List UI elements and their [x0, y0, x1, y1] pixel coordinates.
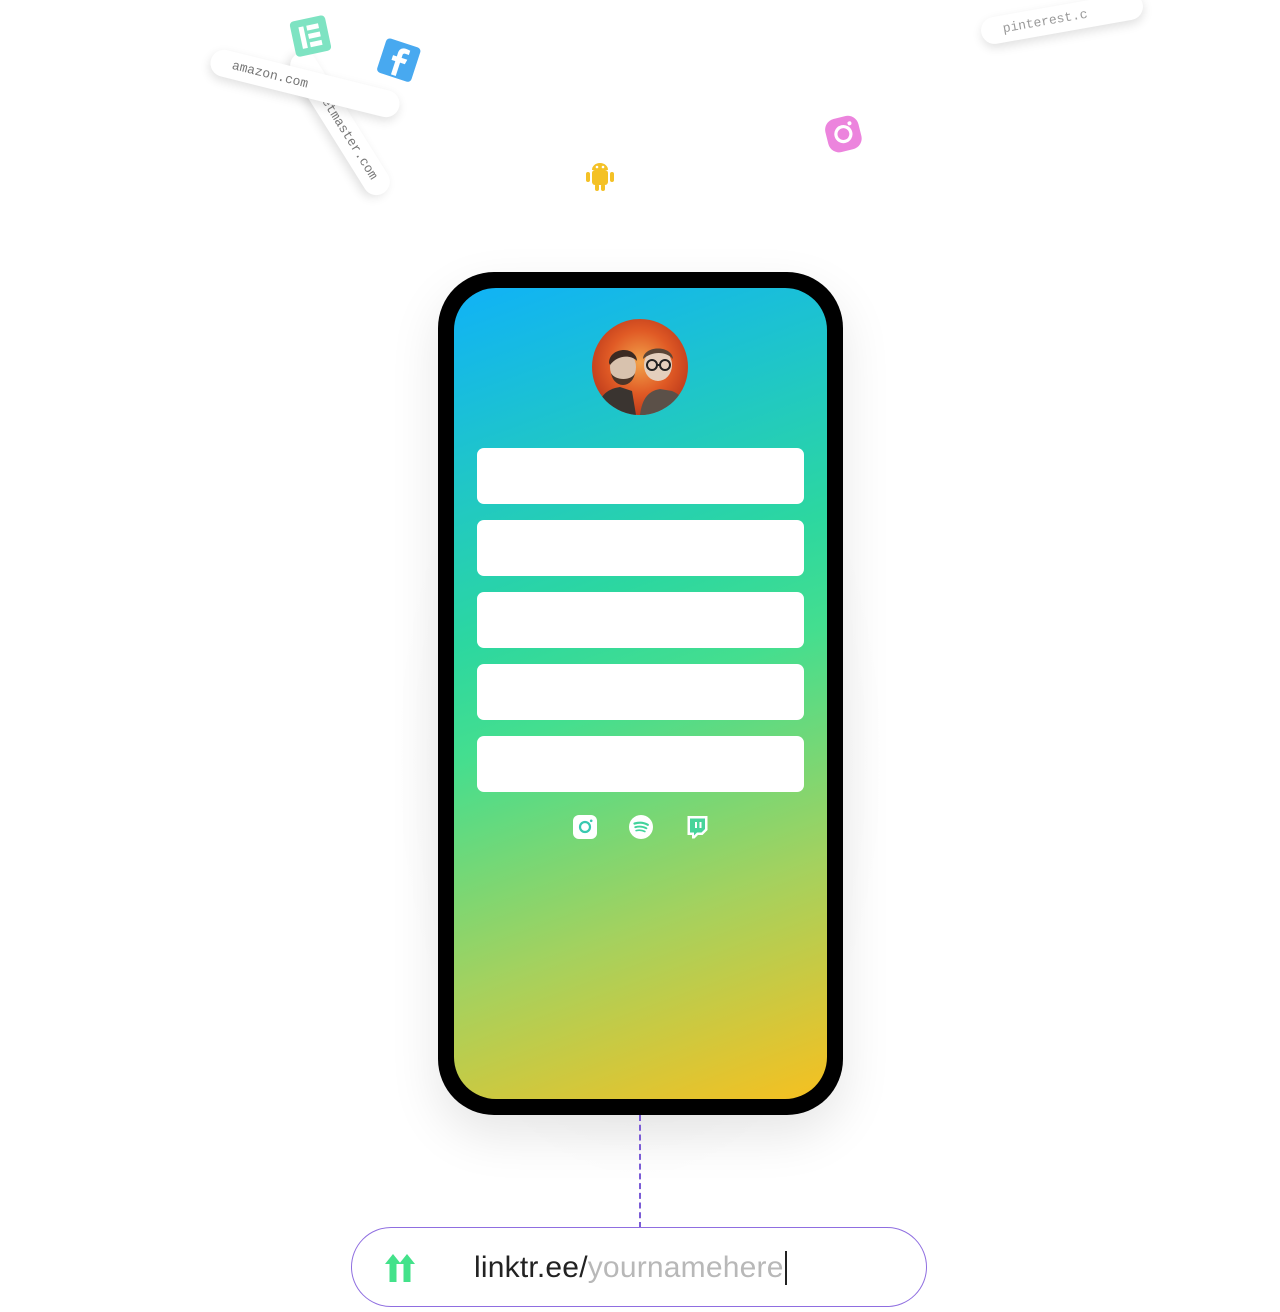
facebook-icon	[372, 35, 424, 90]
linktree-logo-icon	[384, 1254, 416, 1287]
android-icon	[583, 160, 617, 199]
profile-avatar	[592, 319, 688, 415]
link-button-4[interactable]	[477, 664, 804, 720]
link-button-1[interactable]	[477, 448, 804, 504]
link-button-3[interactable]	[477, 592, 804, 648]
elementor-icon	[287, 12, 335, 64]
dashed-connector	[639, 1115, 641, 1228]
phone-screen	[454, 288, 827, 1099]
url-prefix: linktr.ee/	[474, 1251, 588, 1284]
social-icons-row	[454, 815, 827, 841]
username-placeholder: yournamehere	[587, 1251, 784, 1284]
text-caret	[784, 1251, 787, 1285]
phone-mockup	[438, 272, 843, 1115]
camera-icon	[819, 110, 869, 163]
link-button-2[interactable]	[477, 520, 804, 576]
instagram-icon[interactable]	[572, 815, 597, 841]
spotify-icon[interactable]	[628, 815, 653, 841]
link-button-5[interactable]	[477, 736, 804, 792]
twitch-icon[interactable]	[685, 815, 709, 841]
url-input[interactable]: linktr.ee/yournamehere	[474, 1248, 787, 1288]
username-claim-field[interactable]: linktr.ee/yournamehere	[351, 1227, 927, 1307]
pinterest-pill: pinterest.c	[978, 0, 1146, 47]
pinterest-pill-text: pinterest.c	[1001, 6, 1089, 37]
